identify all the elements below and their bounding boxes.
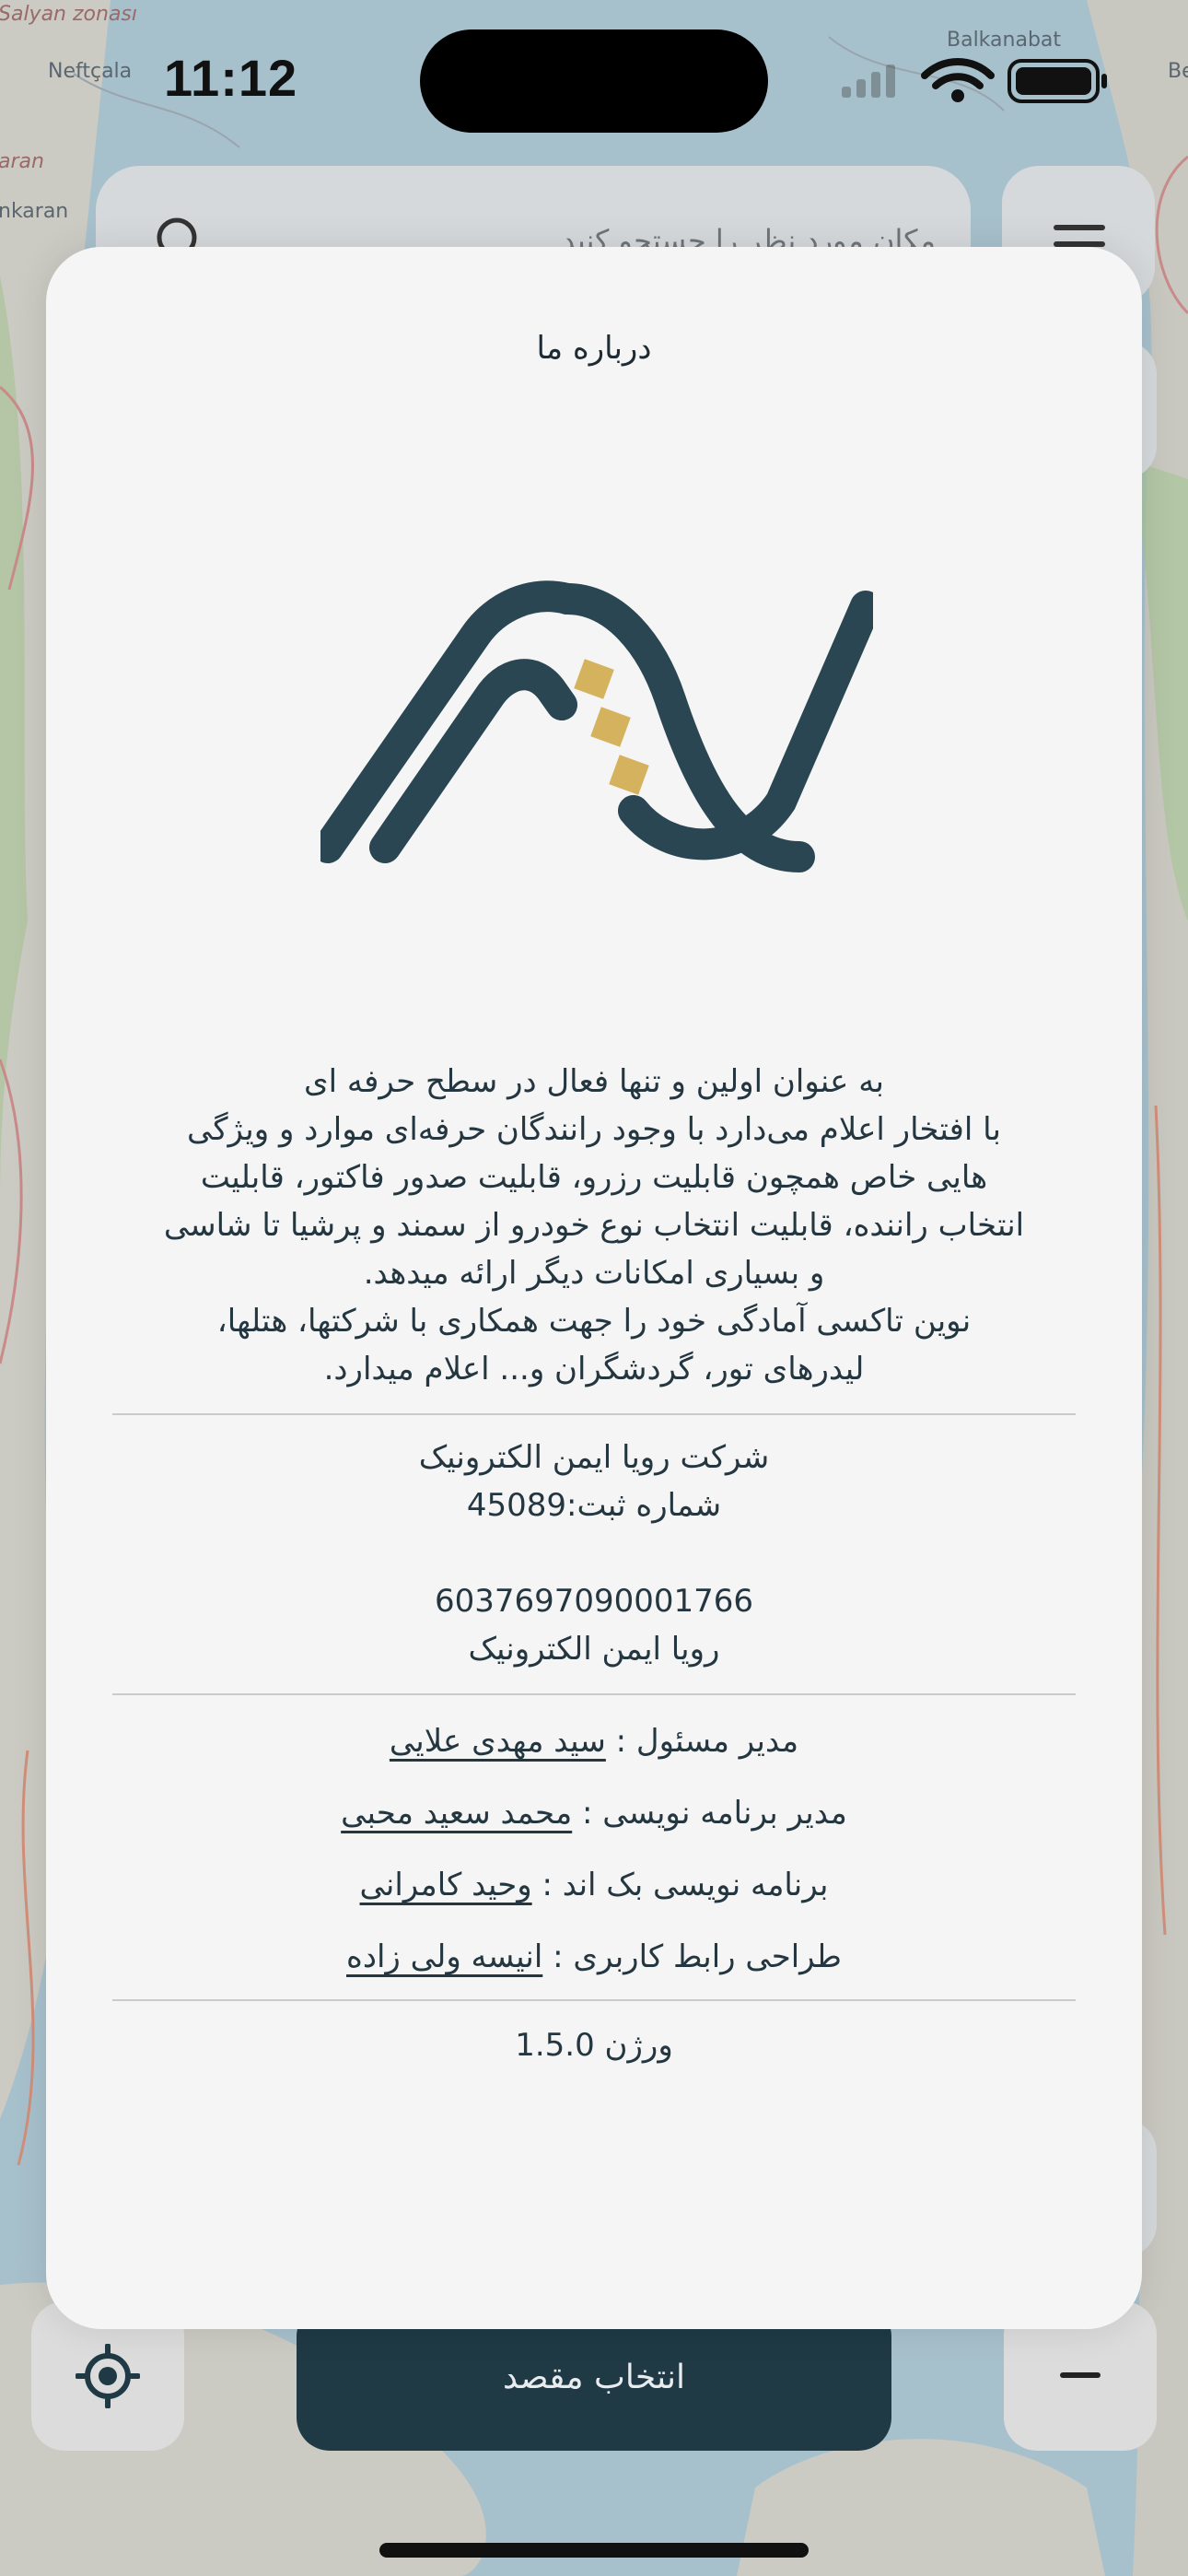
signal-icon <box>842 64 895 98</box>
staff-name-link[interactable]: سید مهدی علایی <box>390 1723 606 1760</box>
staff-row: طراحی رابط کاربری : انیسه ولی زاده <box>112 1933 1076 1981</box>
description-line: به عنوان اولین و تنها فعال در سطح حرفه ا… <box>304 1063 884 1100</box>
staff-row: مدیر برنامه نویسی : محمد سعید محبی <box>112 1789 1076 1837</box>
description-line: نوین تاکسی آمادگی خود را جهت همکاری با ش… <box>216 1303 972 1340</box>
staff-role: مدیر برنامه نویسی : <box>572 1795 847 1832</box>
map-label: Neftçala <box>48 60 132 83</box>
staff-list: مدیر مسئول : سید مهدی علایی مدیر برنامه … <box>112 1717 1076 1981</box>
company-name: شرکت رویا ایمن الکترونیک <box>418 1439 770 1476</box>
staff-row: مدیر مسئول : سید مهدی علایی <box>112 1717 1076 1765</box>
app-version: ورژن 1.5.0 <box>515 2027 673 2064</box>
staff-name-link[interactable]: وحید کامرانی <box>360 1867 532 1903</box>
home-indicator <box>379 2543 809 2558</box>
description-line: انتخاب راننده، قابلیت انتخاب نوع خودرو ا… <box>163 1207 1025 1244</box>
about-sheet: درباره ما به عنوان اولین و تنها فعال در … <box>46 247 1142 2329</box>
divider <box>112 1999 1076 2001</box>
status-time: 11:12 <box>164 49 298 107</box>
map-label: Salyan zonası <box>0 3 137 26</box>
account-number: 6037697090001766 <box>434 1583 754 1620</box>
staff-row: برنامه نویسی بک اند : وحید کامرانی <box>112 1861 1076 1909</box>
map-label: nkaran <box>0 200 68 223</box>
description-line: لیدرهای تور، گردشگران و... اعلام میدارد. <box>323 1351 865 1388</box>
staff-role: طراحی رابط کاربری : <box>542 1938 842 1975</box>
company-info: شرکت رویا ایمن الکترونیک شماره ثبت:45089… <box>112 1434 1076 1673</box>
locate-icon <box>76 2344 140 2408</box>
novin-taxi-logo <box>320 580 873 872</box>
divider <box>112 1693 1076 1695</box>
minus-icon <box>1060 2372 1101 2378</box>
about-description: به عنوان اولین و تنها فعال در سطح حرفه ا… <box>112 1058 1076 1393</box>
description-line: با افتخار اعلام می‌دارد با وجود رانندگان… <box>187 1111 1001 1148</box>
registration-number: شماره ثبت:45089 <box>466 1487 722 1524</box>
select-destination-label: انتخاب مقصد <box>502 2358 686 2396</box>
about-content: به عنوان اولین و تنها فعال در سطح حرفه ا… <box>112 1058 1076 2069</box>
account-holder: رویا ایمن الکترونیک <box>468 1631 720 1668</box>
battery-icon <box>1007 59 1107 103</box>
map-label: Balkanabat <box>947 29 1061 52</box>
wifi-icon <box>921 58 995 102</box>
staff-role: برنامه نویسی بک اند : <box>531 1867 829 1903</box>
map-label: Be <box>1168 60 1188 83</box>
divider <box>112 1413 1076 1415</box>
staff-name-link[interactable]: انیسه ولی زاده <box>346 1938 542 1975</box>
description-line: و بسیاری امکانات دیگر ارائه میدهد. <box>363 1255 825 1292</box>
staff-role: مدیر مسئول : <box>605 1723 799 1760</box>
staff-name-link[interactable]: محمد سعید محبی <box>341 1795 572 1832</box>
dynamic-island <box>420 29 768 133</box>
map-label: aran <box>0 150 44 173</box>
status-icons <box>842 58 1107 103</box>
sheet-title: درباره ما <box>536 330 652 367</box>
description-line: هایی خاص همچون قابلیت رزرو، قابلیت صدور … <box>200 1159 988 1196</box>
